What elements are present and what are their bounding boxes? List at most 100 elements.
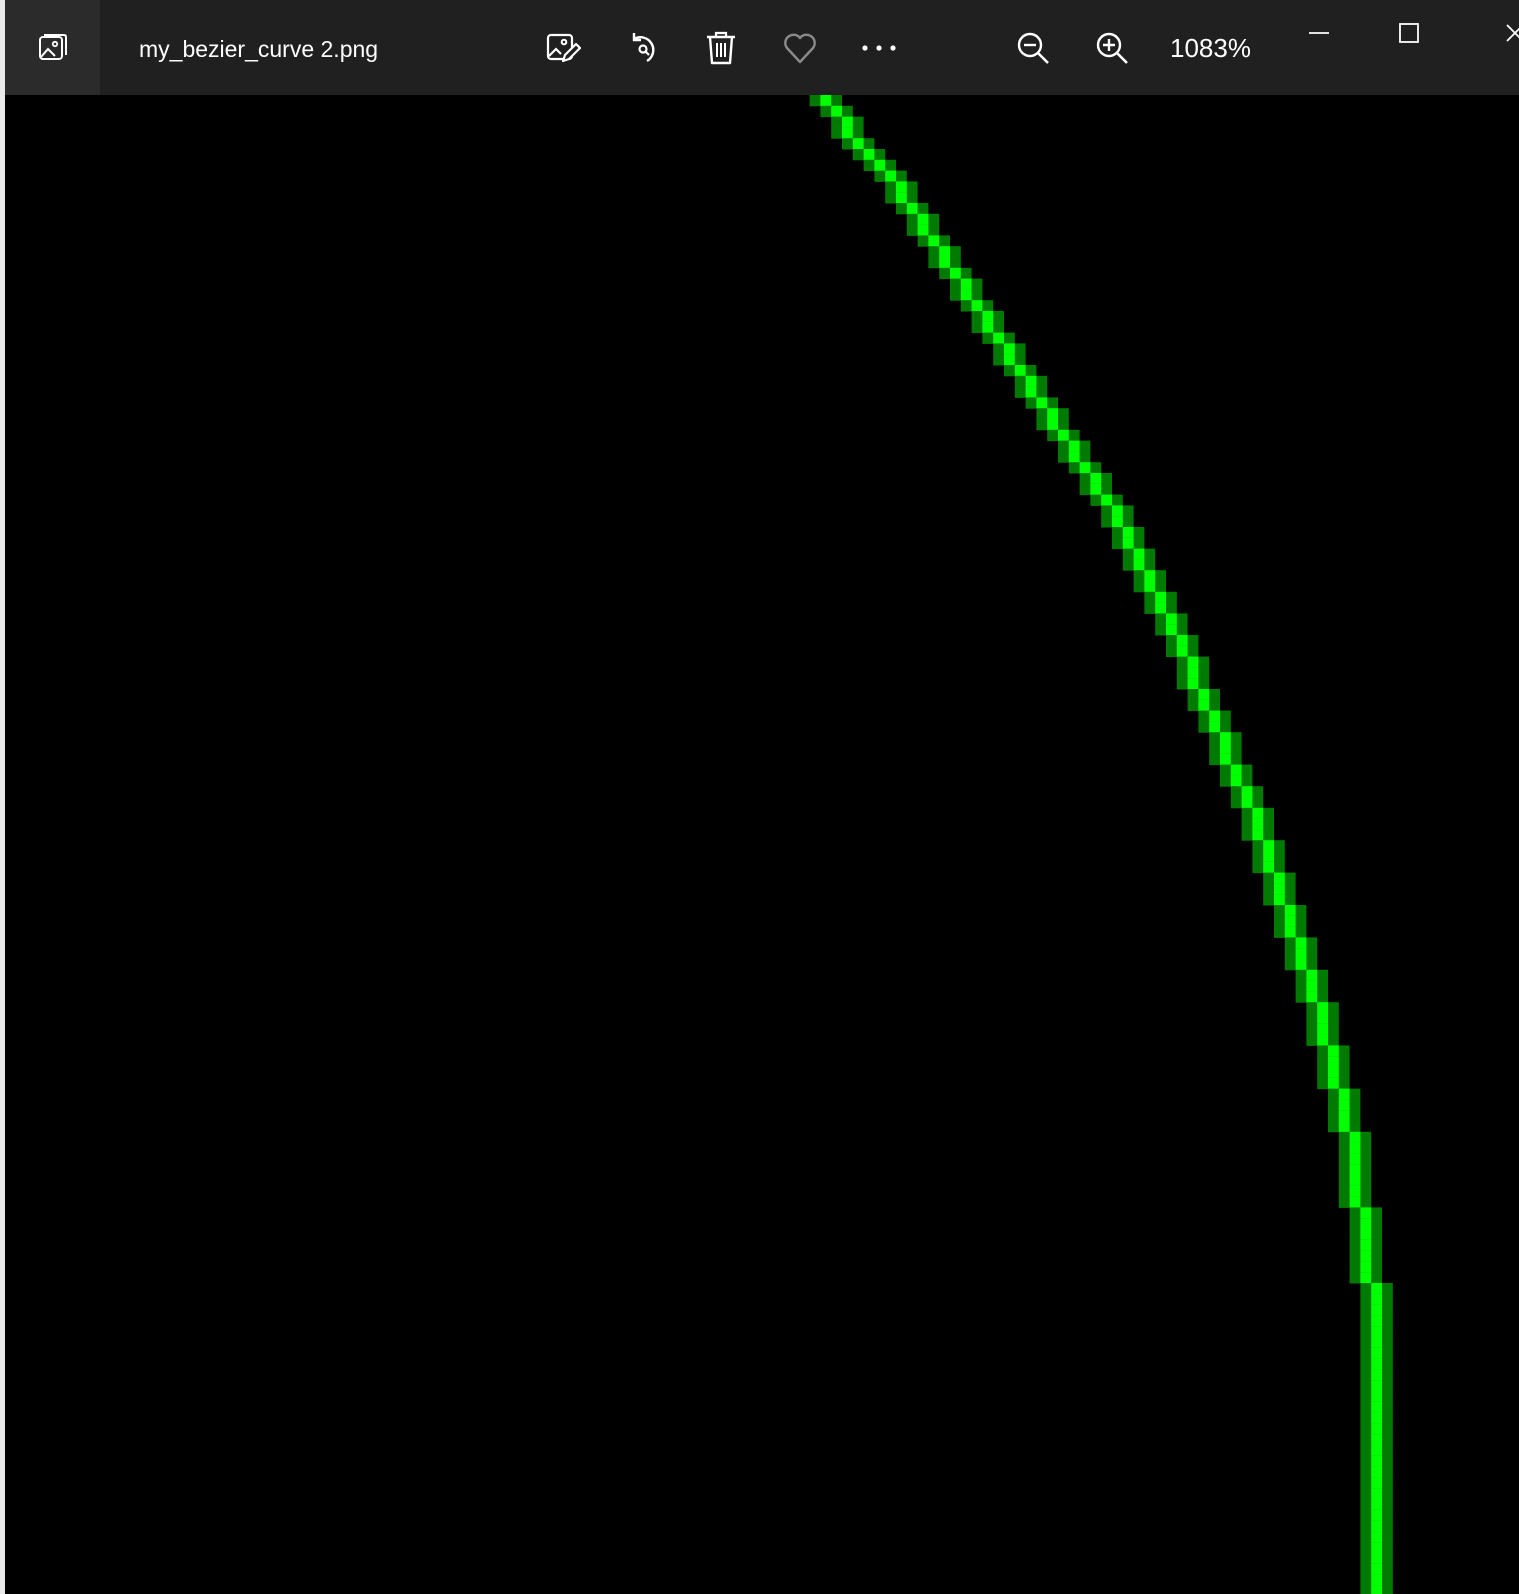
curve-pixel-core bbox=[1252, 818, 1264, 830]
curve-pixel-core bbox=[1328, 1067, 1339, 1079]
curve-pixel-core bbox=[1371, 1455, 1382, 1468]
favorite-button[interactable] bbox=[776, 24, 824, 72]
maximize-button[interactable] bbox=[1379, 8, 1439, 58]
more-options-button[interactable] bbox=[855, 24, 903, 72]
curve-pixel-core bbox=[1371, 1380, 1382, 1392]
close-button[interactable] bbox=[1473, 8, 1519, 58]
curve-pixel-core bbox=[1220, 753, 1231, 766]
curve-pixel-core bbox=[1338, 1099, 1350, 1111]
curve-pixel-core bbox=[1284, 905, 1296, 917]
curve-pixel-core bbox=[1263, 851, 1274, 863]
curve-pixel-core bbox=[1133, 559, 1145, 571]
curve-pixel-core bbox=[1274, 883, 1285, 895]
curve-pixel-core bbox=[1144, 581, 1156, 593]
curve-pixel-core bbox=[1306, 980, 1318, 992]
curve-pixel-core bbox=[1371, 1326, 1382, 1338]
curve-pixel-core bbox=[1284, 915, 1296, 928]
curve-pixel-core bbox=[1371, 1347, 1382, 1360]
curve-pixel-core bbox=[1122, 537, 1134, 550]
curve-pixel-core bbox=[1371, 1391, 1382, 1403]
rotate-button[interactable] bbox=[619, 24, 667, 72]
curve-pixel-core bbox=[1004, 354, 1015, 366]
edit-image-button[interactable] bbox=[539, 24, 587, 72]
curve-pixel-core bbox=[1241, 786, 1253, 798]
curve-pixel-core bbox=[960, 289, 972, 301]
curve-pixel-core bbox=[971, 300, 983, 312]
curve-pixel-core bbox=[820, 95, 832, 107]
zoom-in-icon bbox=[1094, 30, 1130, 66]
edit-image-icon bbox=[545, 30, 581, 66]
curve-pixel-core bbox=[1220, 732, 1231, 744]
curve-pixel-core bbox=[1371, 1434, 1382, 1446]
curve-pixel-core bbox=[1360, 1218, 1372, 1230]
curve-pixel-core bbox=[1371, 1563, 1382, 1576]
curve-pixel-core bbox=[1371, 1553, 1382, 1565]
zoom-level-label[interactable]: 1083% bbox=[1170, 31, 1251, 65]
curve-pixel-core bbox=[1371, 1445, 1382, 1457]
curve-pixel-core bbox=[1144, 570, 1156, 582]
curve-pixel-core bbox=[1360, 1207, 1372, 1219]
curve-pixel-core bbox=[1155, 591, 1166, 604]
curve-pixel-core bbox=[1176, 645, 1188, 658]
curve-pixel-core bbox=[852, 138, 864, 150]
curve-pixel-core bbox=[1295, 959, 1307, 971]
curve-pixel-core bbox=[1338, 1110, 1350, 1122]
file-name-title: my_bezier_curve 2.png bbox=[139, 36, 379, 62]
curve-pixel-core bbox=[1068, 440, 1080, 452]
delete-button[interactable] bbox=[697, 24, 745, 72]
curve-pixel-core bbox=[1209, 710, 1220, 722]
curve-pixel-core bbox=[1058, 429, 1069, 442]
curve-pixel-core bbox=[1371, 1520, 1382, 1532]
curve-pixel-core bbox=[1252, 829, 1264, 841]
curve-pixel-core bbox=[917, 224, 929, 236]
curve-pixel-core bbox=[1176, 635, 1188, 647]
curve-pixel-core bbox=[1155, 602, 1166, 614]
curve-pixel-core bbox=[1090, 483, 1102, 496]
minimize-button[interactable] bbox=[1289, 8, 1349, 58]
curve-pixel-core bbox=[1295, 948, 1307, 960]
curve-pixel-core bbox=[1241, 797, 1253, 809]
image-canvas[interactable] bbox=[5, 95, 1519, 1594]
curve-pixel-core bbox=[1371, 1283, 1382, 1295]
curve-pixel-core bbox=[1317, 1013, 1328, 1025]
curve-pixel-core bbox=[1360, 1261, 1372, 1273]
curve-pixel-core bbox=[1187, 667, 1199, 679]
curve-pixel-core bbox=[1371, 1337, 1382, 1349]
bezier-curve-image bbox=[809, 95, 1393, 1594]
maximize-icon bbox=[1398, 22, 1420, 44]
curve-pixel-core bbox=[1284, 926, 1296, 938]
close-icon bbox=[1503, 22, 1519, 44]
title-bar: my_bezier_curve 2.png 1083% bbox=[5, 0, 1519, 95]
favorite-icon bbox=[782, 31, 818, 65]
curve-pixel-core bbox=[1209, 721, 1220, 733]
curve-pixel-core bbox=[1349, 1153, 1361, 1165]
curve-pixel-core bbox=[1122, 527, 1134, 539]
curve-pixel-core bbox=[950, 267, 961, 280]
curve-pixel-core bbox=[1036, 397, 1048, 409]
rotate-icon bbox=[625, 30, 661, 66]
curve-pixel-core bbox=[1263, 861, 1274, 874]
curve-pixel-core bbox=[1230, 764, 1242, 776]
zoom-out-icon bbox=[1015, 30, 1051, 66]
curve-pixel-core bbox=[917, 213, 929, 226]
curve-pixel-core bbox=[1371, 1531, 1382, 1543]
curve-pixel-core bbox=[1349, 1131, 1361, 1144]
curve-pixel-core bbox=[1371, 1574, 1382, 1586]
curve-pixel-core bbox=[1371, 1509, 1382, 1522]
curve-pixel-core bbox=[1371, 1412, 1382, 1424]
curve-pixel-core bbox=[896, 192, 907, 204]
curve-pixel-core bbox=[1090, 473, 1102, 485]
app-icon-button[interactable] bbox=[5, 0, 100, 95]
zoom-in-button[interactable] bbox=[1088, 24, 1136, 72]
curve-pixel-core bbox=[960, 278, 972, 290]
curve-pixel-core bbox=[1068, 451, 1080, 463]
zoom-out-button[interactable] bbox=[1009, 24, 1057, 72]
curve-pixel-core bbox=[1371, 1358, 1382, 1370]
curve-pixel-core bbox=[1306, 969, 1318, 982]
curve-pixel-core bbox=[1112, 516, 1123, 528]
curve-pixel-core bbox=[1079, 462, 1091, 474]
curve-pixel-core bbox=[1101, 494, 1112, 506]
curve-pixel-core bbox=[831, 105, 842, 118]
curve-pixel-core bbox=[1133, 548, 1145, 560]
more-icon bbox=[859, 42, 899, 54]
